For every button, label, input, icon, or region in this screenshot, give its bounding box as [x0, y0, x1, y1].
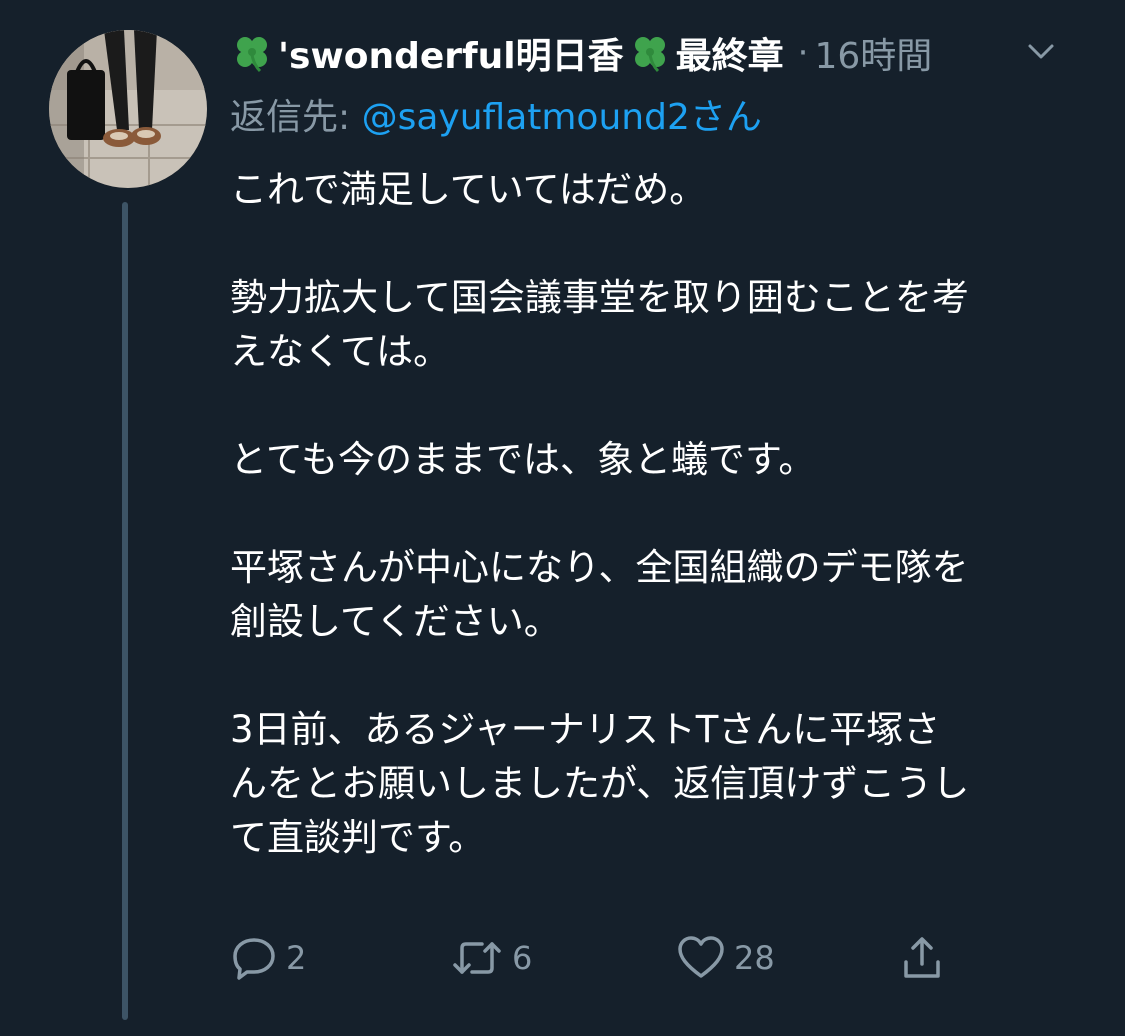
tweet-text: これで満足していてはだめ。 勢力拡大して国会議事堂を取り囲むことを考 えなくては…: [230, 163, 1080, 865]
avatar[interactable]: [49, 30, 207, 188]
four-leaf-clover-icon: [230, 31, 274, 75]
tweet[interactable]: 'swonderful明日香 最終章 · 16時間 返信先: @sayuflat…: [0, 0, 1125, 1036]
tweet-text-blank-line: [230, 217, 1080, 271]
like-button[interactable]: 28: [676, 934, 775, 982]
tweet-text-line: これで満足していてはだめ。: [230, 168, 707, 211]
reply-to-label: 返信先:: [230, 97, 362, 138]
four-leaf-clover-icon: [628, 31, 672, 75]
share-icon: [898, 934, 946, 982]
tweet-text-blank-line: [230, 487, 1080, 541]
tweet-text-blank-line: [230, 379, 1080, 433]
tweet-text-line: 平塚さんが中心になり、全国組織のデモ隊を: [230, 546, 969, 589]
tweet-text-blank-line: [230, 649, 1080, 703]
like-count: 28: [734, 939, 775, 977]
reply-to-line: 返信先: @sayuflatmound2さん: [230, 88, 762, 140]
display-name[interactable]: 'swonderful明日香: [278, 27, 624, 79]
tweet-text-line: て直談判です。: [230, 816, 486, 859]
tweet-text-line: 創設してください。: [230, 600, 561, 643]
tweet-text-line: 3日前、あるジャーナリストTさんに平塚さ: [230, 708, 941, 751]
heart-icon: [676, 934, 726, 982]
share-button[interactable]: [898, 934, 946, 982]
reply-to-handle[interactable]: @sayuflatmound2さん: [362, 97, 762, 138]
thread-line: [122, 202, 128, 1020]
reply-count: 2: [286, 939, 307, 977]
tweet-actions: 2 6 28: [230, 934, 1125, 984]
display-name-suffix[interactable]: 最終章: [676, 27, 784, 79]
tweet-text-line: とても今のままでは、象と蟻です。: [230, 438, 816, 481]
reply-button[interactable]: 2: [230, 934, 306, 982]
tweet-text-line: えなくては。: [230, 330, 451, 373]
retweet-icon: [450, 934, 504, 982]
tweet-header: 'swonderful明日香 最終章 · 16時間: [230, 28, 1095, 78]
retweet-count: 6: [512, 939, 533, 977]
tweet-text-line: んをとお願いしましたが、返信頂けずこうし: [230, 762, 970, 805]
separator-dot: ·: [797, 33, 809, 73]
timestamp[interactable]: 16時間: [814, 27, 932, 79]
retweet-button[interactable]: 6: [450, 934, 532, 982]
chevron-down-icon[interactable]: [1027, 42, 1055, 62]
tweet-text-line: 勢力拡大して国会議事堂を取り囲むことを考: [230, 276, 969, 319]
reply-bubble-icon: [230, 934, 278, 982]
